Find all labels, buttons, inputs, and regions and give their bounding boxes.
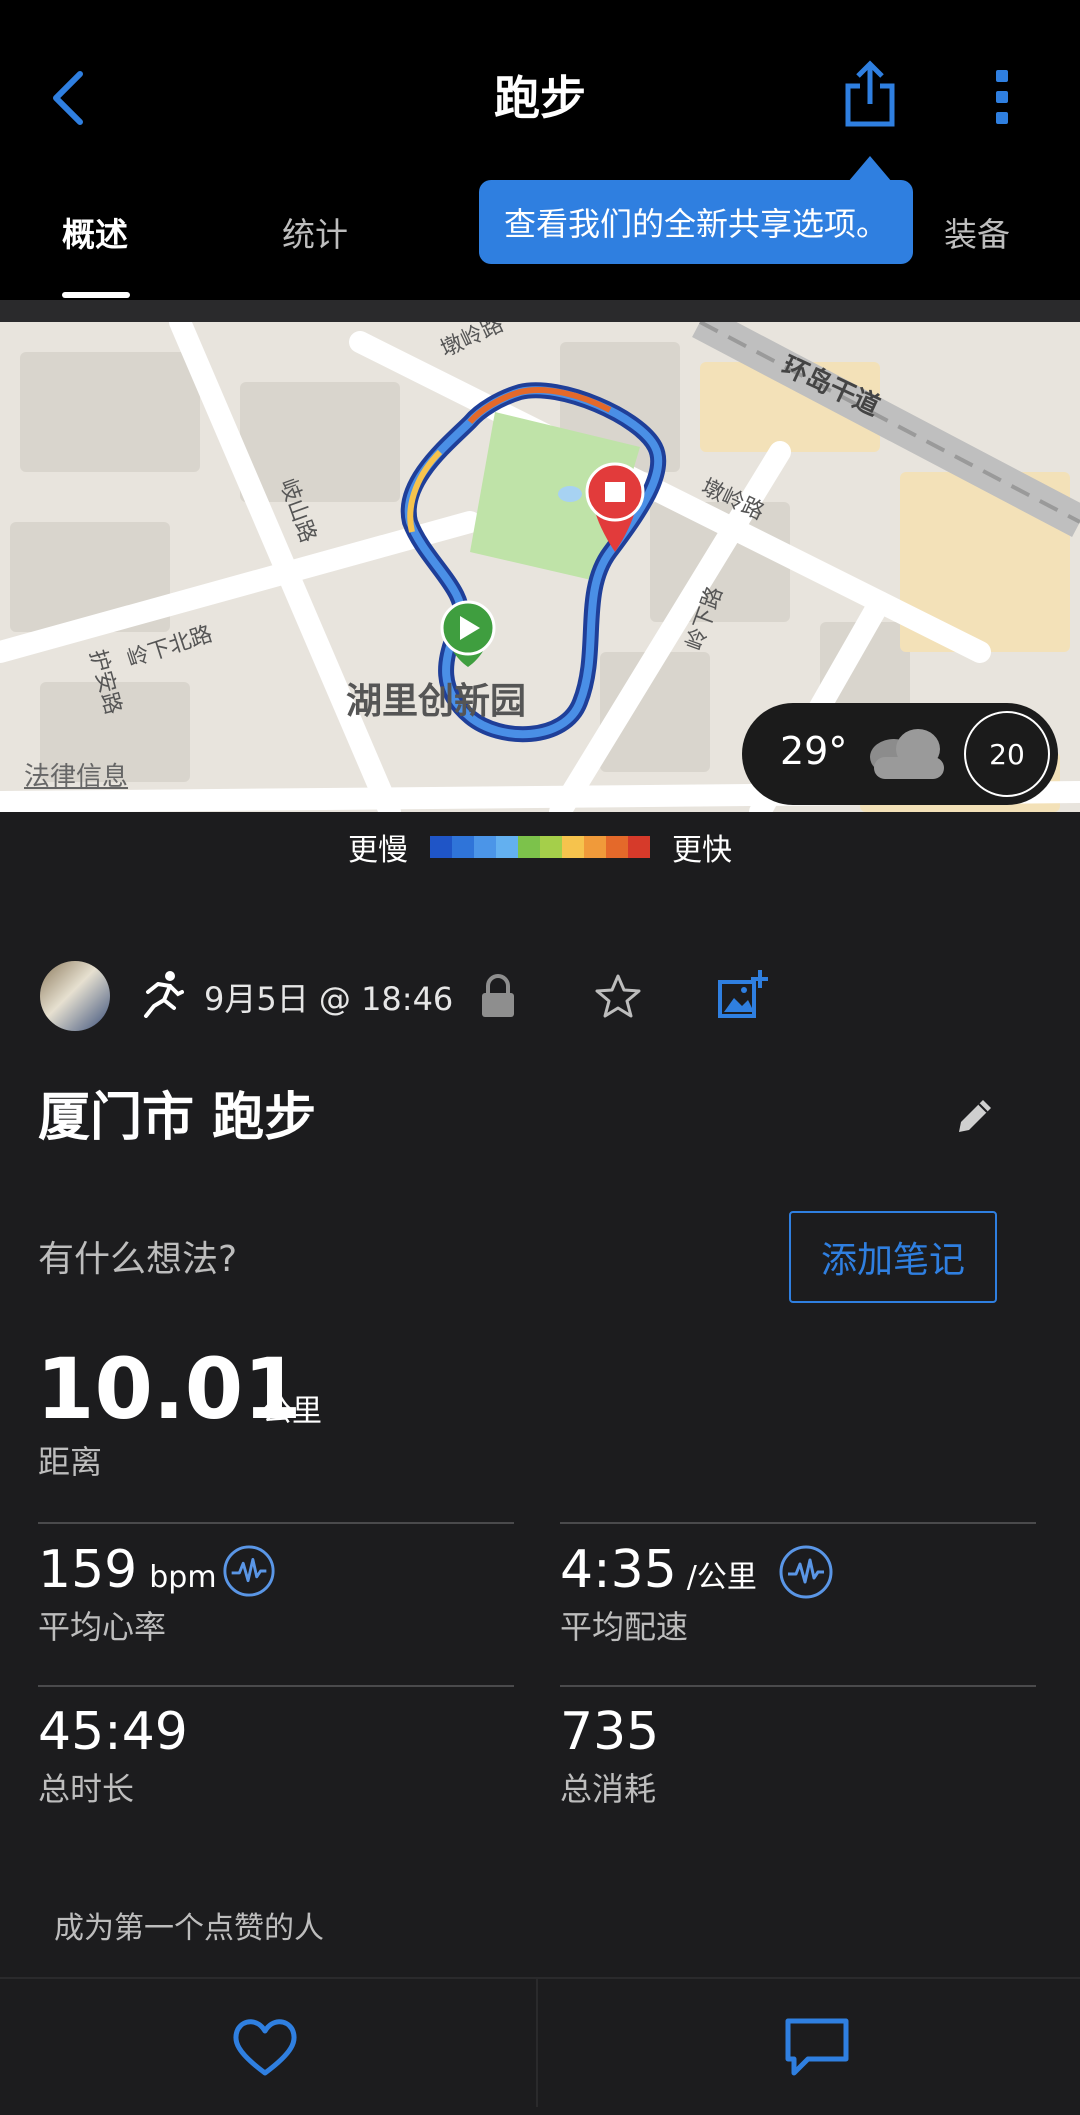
temperature: 29° bbox=[780, 729, 848, 773]
heart-rate-value: 159 bbox=[38, 1540, 138, 1600]
share-options-tooltip[interactable]: 查看我们的全新共享选项。 bbox=[479, 180, 913, 264]
duration-value: 45:49 bbox=[38, 1702, 188, 1762]
divider bbox=[560, 1685, 1036, 1687]
heart-icon bbox=[233, 2019, 297, 2076]
pace-color-swatch bbox=[496, 836, 518, 858]
header-separator bbox=[0, 300, 1080, 322]
pace-color-scale bbox=[430, 836, 650, 858]
comment-icon bbox=[785, 2018, 849, 2076]
tab-gear[interactable]: 装备 bbox=[944, 208, 1010, 256]
activity-title: 厦门市 跑步 bbox=[38, 1088, 317, 1148]
pace-color-swatch bbox=[452, 836, 474, 858]
share-icon bbox=[845, 60, 895, 127]
pace-label: 平均配速 bbox=[560, 1608, 689, 1646]
tooltip-arrow bbox=[848, 156, 892, 182]
divider bbox=[38, 1685, 514, 1687]
active-tab-indicator bbox=[62, 292, 130, 298]
divider bbox=[560, 1522, 1036, 1524]
add-note-button[interactable]: 添加笔记 bbox=[789, 1211, 997, 1303]
legend-faster-label: 更快 bbox=[672, 833, 732, 868]
heart-rate-unit: bpm bbox=[149, 1560, 217, 1595]
calories-value: 735 bbox=[560, 1702, 660, 1762]
running-person-icon bbox=[144, 971, 184, 1018]
likes-text: 成为第一个点赞的人 bbox=[54, 1911, 324, 1946]
pace-color-swatch bbox=[606, 836, 628, 858]
share-button[interactable] bbox=[840, 58, 900, 130]
activity-pulse-icon[interactable] bbox=[222, 1544, 276, 1598]
page-title: 跑步 bbox=[494, 71, 586, 125]
pace-unit: /公里 bbox=[686, 1560, 757, 1595]
cloud-icon bbox=[870, 729, 944, 779]
pace-value: 4:35 bbox=[560, 1540, 677, 1600]
pencil-icon[interactable] bbox=[955, 1096, 995, 1136]
pace-color-swatch bbox=[584, 836, 606, 858]
bottom-bar-divider bbox=[536, 1977, 538, 2107]
activity-pulse-icon[interactable] bbox=[778, 1544, 834, 1600]
lock-icon[interactable] bbox=[478, 973, 518, 1019]
pace-legend: 更慢 更快 bbox=[0, 822, 1080, 872]
add-photo-icon[interactable] bbox=[716, 968, 768, 1020]
pace-color-swatch bbox=[518, 836, 540, 858]
bottom-action-bar bbox=[0, 1977, 1080, 2109]
more-vertical-icon bbox=[996, 70, 1008, 124]
pace-color-swatch bbox=[430, 836, 452, 858]
legend-slower-label: 更慢 bbox=[348, 833, 408, 868]
note-prompt: 有什么想法? bbox=[38, 1239, 238, 1280]
avatar[interactable] bbox=[40, 961, 110, 1031]
legal-info-link[interactable]: 法律信息 bbox=[24, 756, 128, 793]
tab-stats[interactable]: 统计 bbox=[282, 208, 348, 256]
wind-speed: 20 bbox=[964, 711, 1050, 797]
activity-date: 9月5日 @ 18:46 bbox=[204, 980, 454, 1018]
pace-color-swatch bbox=[562, 836, 584, 858]
heart-rate-label: 平均心率 bbox=[38, 1608, 167, 1646]
pace-color-swatch bbox=[540, 836, 562, 858]
pace-stat: 4:35 /公里 bbox=[560, 1540, 757, 1600]
distance-label: 距离 bbox=[38, 1443, 103, 1481]
duration-label: 总时长 bbox=[38, 1770, 135, 1808]
comment-button[interactable] bbox=[780, 2015, 854, 2079]
heart-rate-stat: 159 bpm bbox=[38, 1540, 217, 1600]
like-button[interactable] bbox=[228, 2015, 302, 2079]
more-options-button[interactable] bbox=[984, 68, 1020, 126]
tab-overview[interactable]: 概述 bbox=[62, 208, 128, 256]
pace-color-swatch bbox=[474, 836, 496, 858]
calories-label: 总消耗 bbox=[560, 1770, 657, 1808]
distance-unit: 公里 bbox=[262, 1394, 322, 1429]
star-icon[interactable] bbox=[594, 973, 642, 1019]
divider bbox=[38, 1522, 514, 1524]
weather-badge[interactable]: 29° 20 bbox=[742, 703, 1058, 805]
map-place-label: 湖里创新园 bbox=[346, 681, 527, 722]
pace-color-swatch bbox=[628, 836, 650, 858]
